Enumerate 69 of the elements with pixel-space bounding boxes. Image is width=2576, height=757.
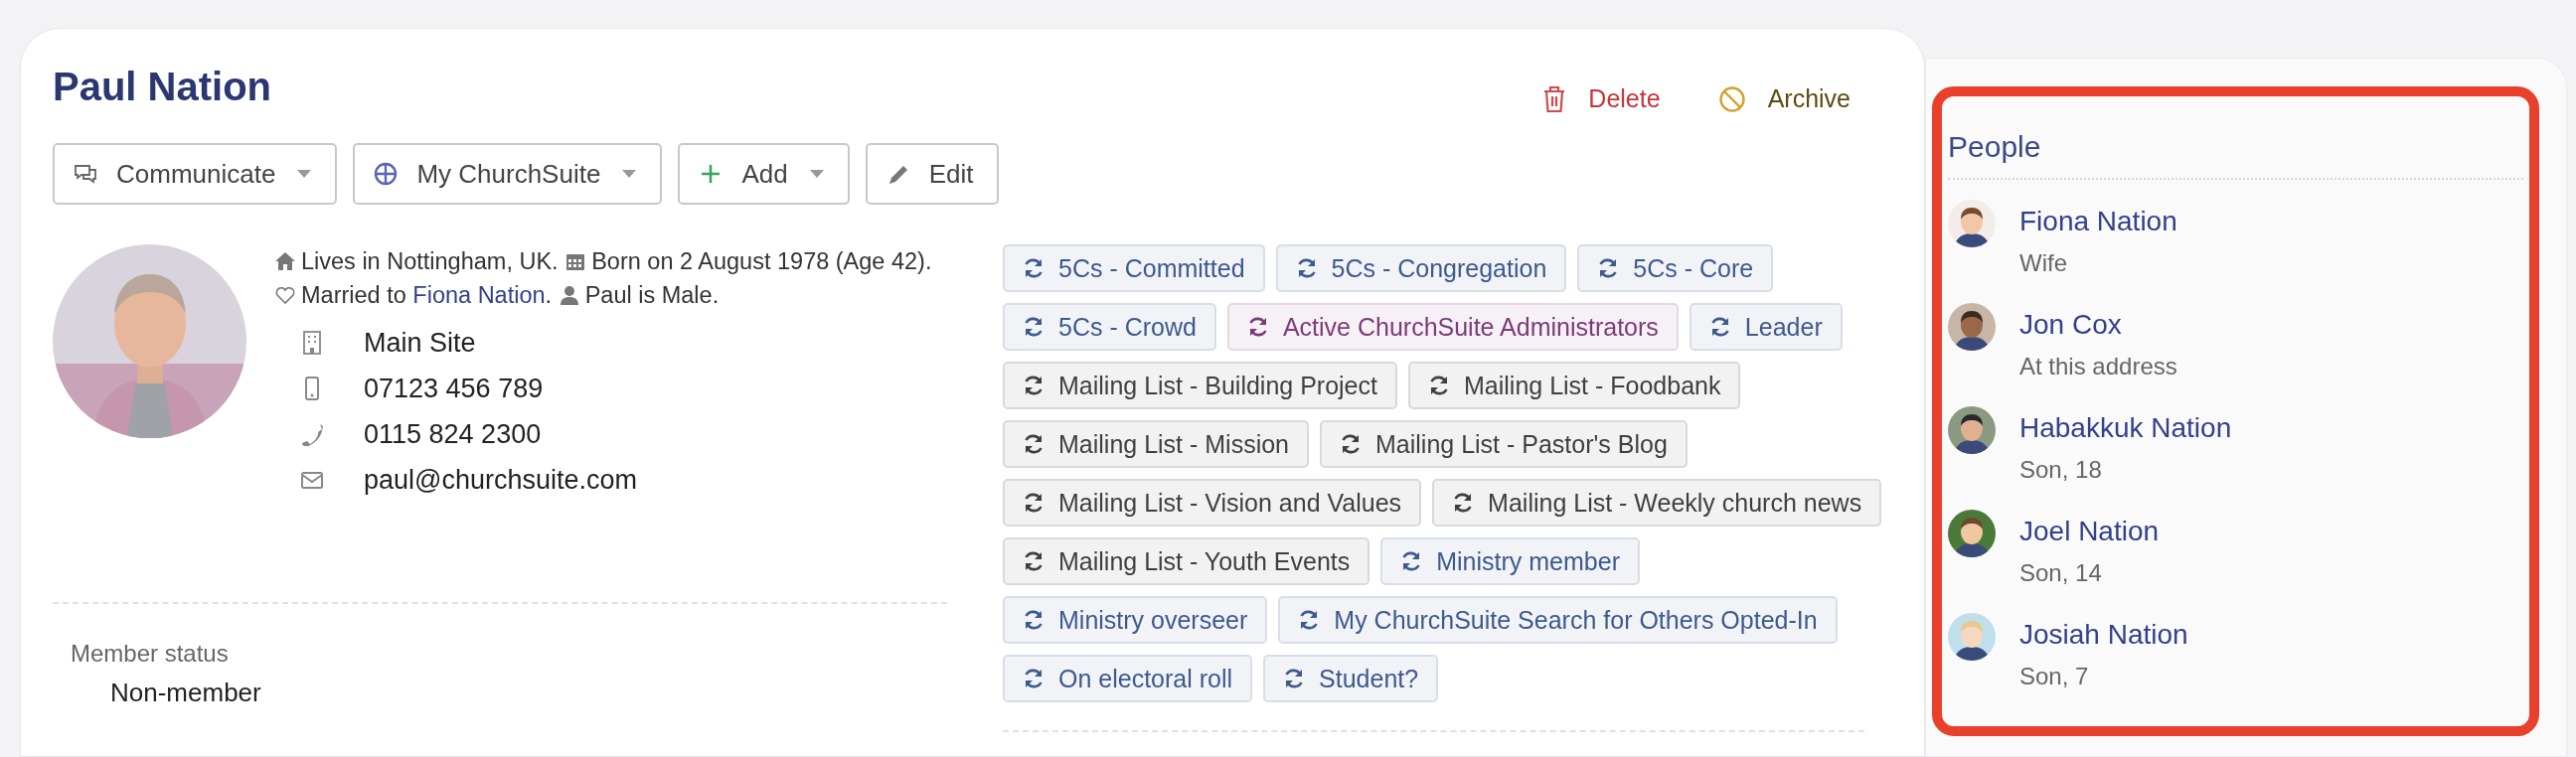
caret-icon bbox=[809, 170, 824, 178]
tag[interactable]: On electoral roll bbox=[1003, 655, 1253, 702]
tag[interactable]: My ChurchSuite Search for Others Opted-In bbox=[1278, 596, 1838, 644]
tag[interactable]: Mailing List - Pastor's Blog bbox=[1320, 420, 1688, 468]
tag[interactable]: Mailing List - Building Project bbox=[1003, 362, 1397, 409]
relation-text: Son, 14 bbox=[2019, 559, 2103, 587]
refresh-icon bbox=[1428, 375, 1450, 396]
tag[interactable]: Leader bbox=[1689, 303, 1843, 351]
tag[interactable]: 5Cs - Committed bbox=[1003, 244, 1265, 292]
phone-number: 0115 824 2300 bbox=[364, 418, 542, 450]
tag[interactable]: Mailing List - Vision and Values bbox=[1003, 479, 1422, 527]
archive-link[interactable]: Archive bbox=[1717, 84, 1851, 113]
tag[interactable]: 5Cs - Crowd bbox=[1003, 303, 1216, 351]
tag[interactable]: Ministry overseer bbox=[1003, 596, 1268, 644]
tag[interactable]: Mailing List - Mission bbox=[1003, 420, 1309, 468]
tag[interactable]: Active ChurchSuite Administrators bbox=[1226, 303, 1679, 351]
toolbar-button[interactable]: Edit bbox=[865, 143, 1000, 205]
person-icon bbox=[558, 285, 580, 305]
email-link[interactable]: paul@churchsuite.com bbox=[364, 464, 638, 496]
toolbar-button[interactable]: Add bbox=[678, 143, 850, 205]
globe-icon bbox=[373, 162, 400, 186]
address-text: Lives in Nottingham, UK. bbox=[301, 248, 559, 274]
refresh-icon bbox=[1023, 668, 1045, 689]
relation-text: Son, 7 bbox=[2019, 663, 2090, 690]
site-name: Main Site bbox=[364, 327, 476, 359]
refresh-icon bbox=[1023, 433, 1045, 455]
tag[interactable]: 5Cs - Congregation bbox=[1275, 244, 1567, 292]
caret-icon bbox=[622, 170, 637, 178]
gender-text: Paul is Male. bbox=[584, 282, 720, 308]
tag[interactable]: Mailing List - Youth Events bbox=[1003, 537, 1370, 585]
person-link[interactable]: Joel Nation bbox=[2019, 516, 2160, 547]
refresh-icon bbox=[1023, 257, 1045, 279]
relation-text: At this address bbox=[2019, 353, 2177, 380]
phone-number: 07123 456 789 bbox=[364, 373, 544, 404]
person-link[interactable]: Josiah Nation bbox=[2019, 619, 2188, 651]
marital-status-text: Married to Fiona Nation. bbox=[301, 282, 553, 308]
tag[interactable]: Mailing List - Foodbank bbox=[1408, 362, 1741, 409]
delete-link[interactable]: Delete bbox=[1542, 84, 1661, 113]
refresh-icon bbox=[1023, 492, 1045, 514]
chat-icon bbox=[73, 162, 98, 186]
relation-text: Son, 18 bbox=[2019, 456, 2103, 484]
tag[interactable]: Ministry member bbox=[1380, 537, 1640, 585]
refresh-icon bbox=[1023, 550, 1045, 572]
caret-icon bbox=[297, 170, 312, 178]
tag[interactable]: Student? bbox=[1263, 655, 1439, 702]
birth-text: Born on 2 August 1978 (Age 42). bbox=[591, 248, 932, 274]
refresh-icon bbox=[1023, 316, 1045, 338]
house-icon bbox=[274, 251, 296, 271]
panel-title: People bbox=[1948, 130, 2042, 164]
spouse-link[interactable]: Fiona Nation bbox=[412, 282, 546, 308]
person-link[interactable]: Habakkuk Nation bbox=[2019, 412, 2232, 444]
person-name: Paul Nation bbox=[53, 64, 272, 110]
toolbar-button[interactable]: Communicate bbox=[53, 143, 338, 205]
relation-text: Wife bbox=[2019, 249, 2068, 277]
calendar-icon bbox=[564, 251, 587, 271]
refresh-icon bbox=[1023, 609, 1045, 631]
tag[interactable]: Mailing List - Weekly church news bbox=[1432, 479, 1882, 527]
heart-icon bbox=[274, 285, 296, 305]
person-link[interactable]: Jon Cox bbox=[2019, 309, 2177, 341]
refresh-icon bbox=[1340, 433, 1362, 455]
toolbar-button[interactable]: My ChurchSuite bbox=[353, 143, 663, 205]
refresh-icon bbox=[1023, 375, 1045, 396]
tag[interactable]: 5Cs - Core bbox=[1577, 244, 1774, 292]
person-link[interactable]: Fiona Nation bbox=[2019, 206, 2177, 237]
field-label: Member status bbox=[71, 640, 230, 668]
field-value: Non-member bbox=[110, 678, 262, 708]
building-icon bbox=[300, 331, 324, 355]
prohibited-icon bbox=[1717, 84, 1746, 113]
trash-icon bbox=[1542, 84, 1567, 113]
